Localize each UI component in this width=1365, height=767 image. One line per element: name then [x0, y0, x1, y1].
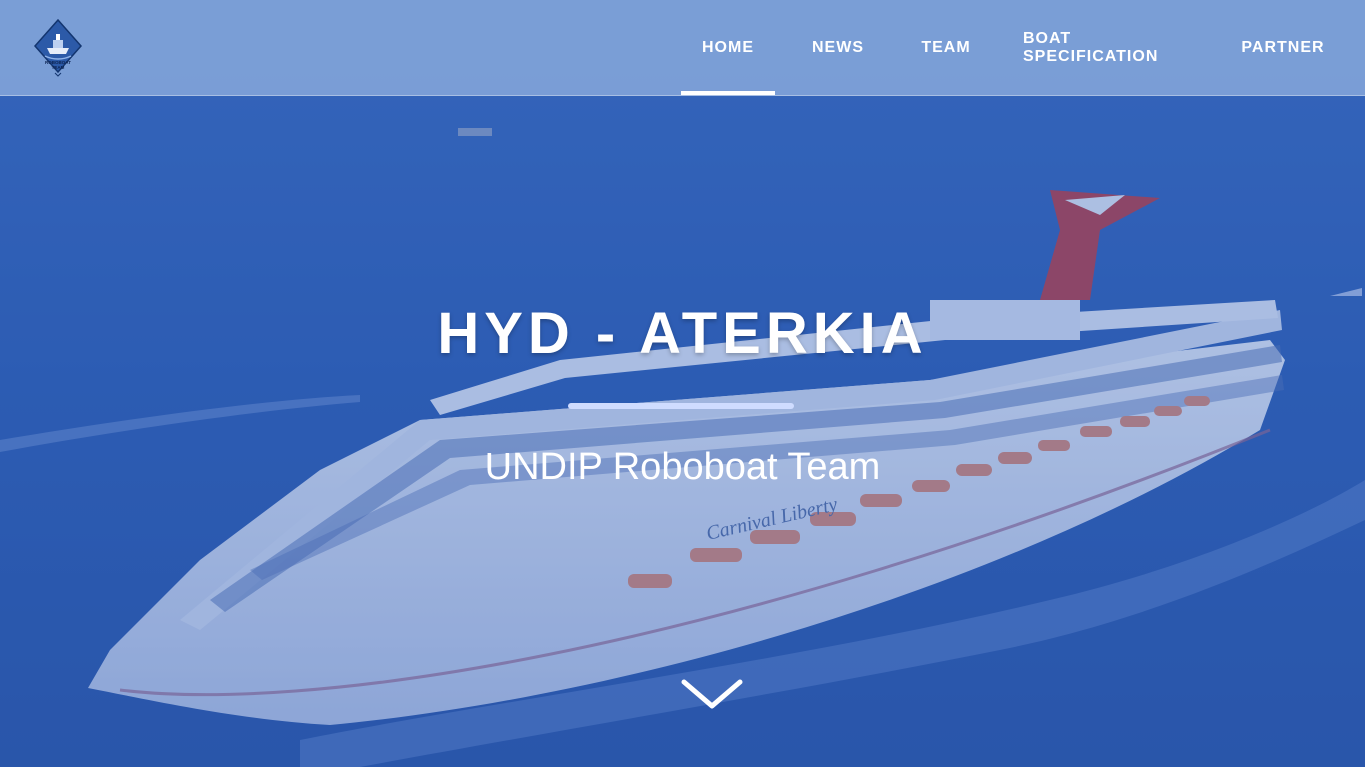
hero-overlay [0, 0, 1365, 767]
nav-home-label: HOME [702, 38, 754, 56]
top-navbar: ROBOBOAT TEAM HOME NEWS TEAM BOAT SPECIF… [0, 0, 1365, 96]
nav-news-label: NEWS [812, 38, 864, 56]
site-logo[interactable]: ROBOBOAT TEAM [33, 18, 83, 78]
nav-boat-specification-label: BOAT SPECIFICATION [1023, 29, 1159, 65]
nav-partner[interactable]: PARTNER [1221, 0, 1345, 95]
main-nav: HOME NEWS TEAM BOAT SPECIFICATION PARTNE… [681, 0, 1345, 95]
hero-title: HYD - ATERKIA [437, 301, 928, 366]
nav-team-label: TEAM [921, 38, 971, 56]
chevron-down-icon[interactable] [680, 676, 744, 712]
svg-text:TEAM: TEAM [52, 65, 65, 70]
nav-boat-specification[interactable]: BOAT SPECIFICATION [1001, 0, 1221, 95]
nav-news[interactable]: NEWS [791, 0, 885, 95]
nav-home[interactable]: HOME [681, 0, 775, 95]
nav-team[interactable]: TEAM [899, 0, 993, 95]
hero-subtitle: UNDIP Roboboat Team [484, 446, 881, 488]
nav-partner-label: PARTNER [1241, 38, 1325, 56]
hero-divider [568, 403, 794, 409]
